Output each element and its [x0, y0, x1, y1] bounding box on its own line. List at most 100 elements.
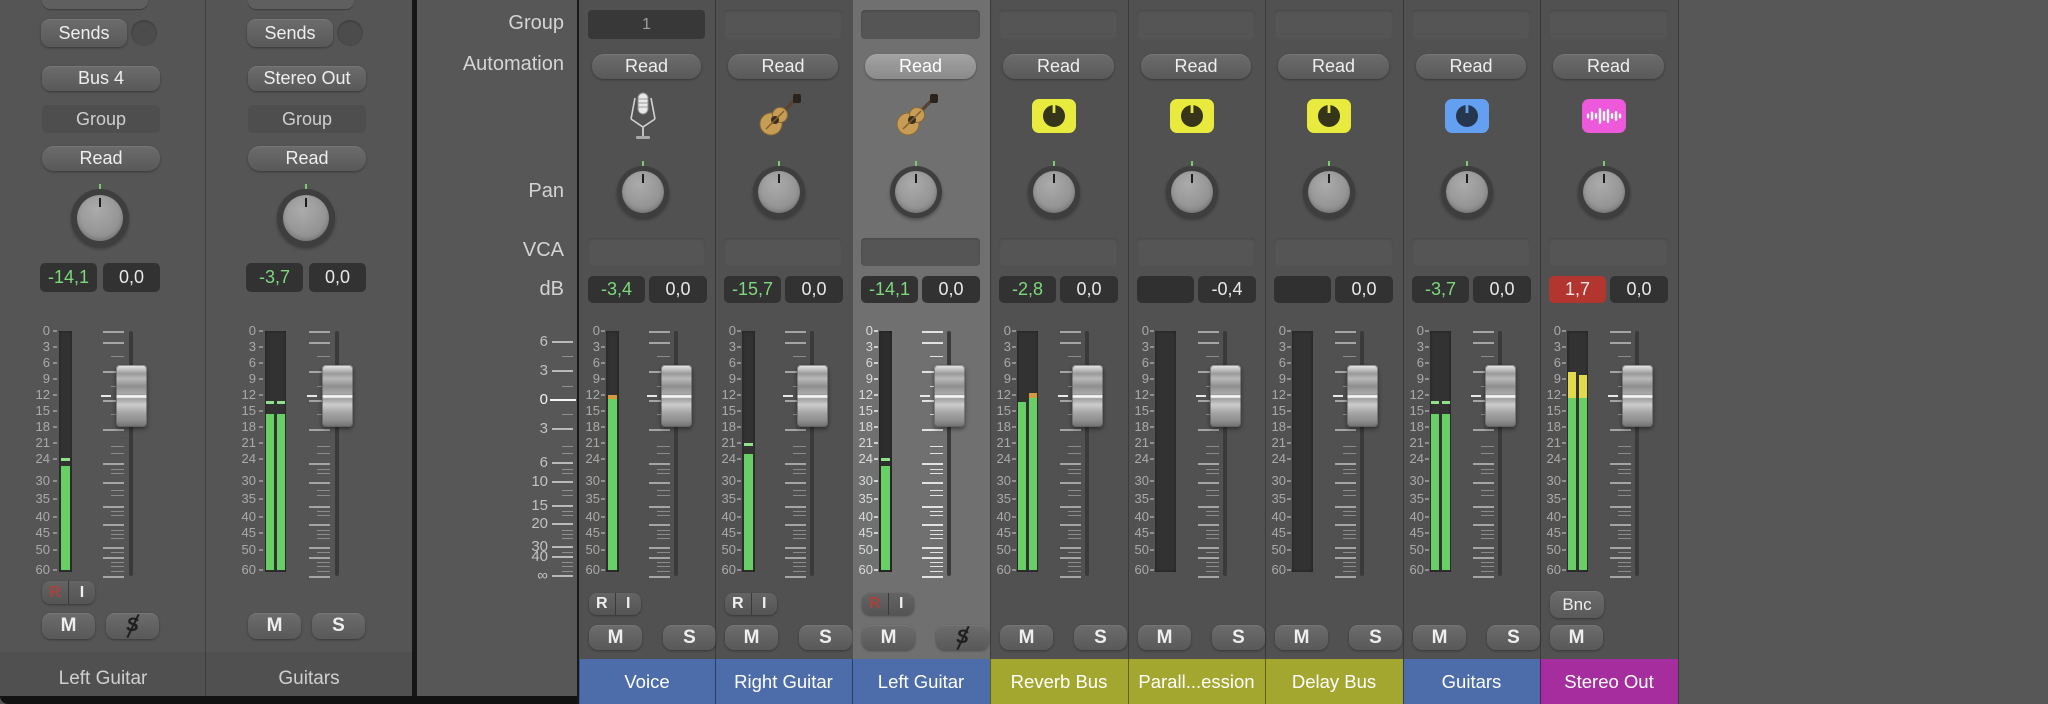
- mute-button[interactable]: M: [1550, 625, 1603, 650]
- level-display[interactable]: -2,8: [999, 276, 1056, 303]
- vca-slot[interactable]: [724, 238, 842, 266]
- record-enable-button[interactable]: R: [725, 593, 751, 615]
- pan-knob[interactable]: [71, 189, 129, 247]
- mute-button[interactable]: M: [725, 625, 778, 650]
- group-slot[interactable]: [861, 10, 980, 39]
- gain-display[interactable]: 0,0: [103, 263, 160, 292]
- group-button[interactable]: Group: [248, 105, 366, 133]
- vca-slot[interactable]: [861, 238, 980, 266]
- level-display[interactable]: -3,4: [588, 276, 645, 303]
- clipped-button-top[interactable]: [248, 0, 354, 9]
- waveform-icon[interactable]: [1580, 92, 1628, 140]
- bus-knob-yellow-icon[interactable]: [1305, 92, 1353, 140]
- record-input-group[interactable]: RI: [42, 581, 95, 604]
- pan-knob[interactable]: [1578, 166, 1630, 218]
- group-slot[interactable]: 1: [588, 10, 705, 39]
- vca-slot[interactable]: [1137, 238, 1255, 266]
- output-button[interactable]: Bus 4: [42, 66, 160, 91]
- fader-handle[interactable]: [934, 365, 965, 427]
- record-input-group[interactable]: RI: [725, 593, 777, 615]
- output-button[interactable]: Stereo Out: [248, 66, 366, 91]
- input-monitor-button[interactable]: I: [751, 593, 778, 615]
- level-display[interactable]: -3,7: [1412, 276, 1469, 303]
- level-display[interactable]: -15,7: [724, 276, 781, 303]
- automation-mode-button[interactable]: Read: [1003, 54, 1114, 79]
- group-slot[interactable]: [1412, 10, 1530, 39]
- strip-name-label[interactable]: Stereo Out: [1540, 659, 1678, 704]
- solo-button[interactable]: S: [936, 625, 989, 650]
- record-input-group[interactable]: RI: [862, 593, 914, 615]
- fader-handle[interactable]: [661, 365, 692, 427]
- group-slot[interactable]: [724, 10, 842, 39]
- vca-slot[interactable]: [1549, 238, 1668, 266]
- solo-button[interactable]: S: [1074, 625, 1127, 650]
- strip-name-label[interactable]: Right Guitar: [715, 659, 852, 704]
- solo-button[interactable]: S: [106, 613, 159, 639]
- bus-knob-yellow-icon[interactable]: [1168, 92, 1216, 140]
- bus-knob-yellow-icon[interactable]: [1030, 92, 1078, 140]
- strip-name-label[interactable]: Voice: [579, 659, 715, 704]
- group-slot[interactable]: [1274, 10, 1393, 39]
- pan-knob[interactable]: [1303, 166, 1355, 218]
- gain-display[interactable]: 0,0: [1473, 276, 1531, 303]
- automation-mode-button[interactable]: Read: [1141, 54, 1251, 79]
- pan-knob[interactable]: [277, 189, 335, 247]
- vca-slot[interactable]: [588, 238, 705, 266]
- level-display[interactable]: 1,7: [1549, 276, 1606, 303]
- group-slot[interactable]: [1549, 10, 1668, 39]
- fader-handle[interactable]: [116, 365, 147, 427]
- gain-display[interactable]: 0,0: [309, 263, 366, 292]
- gain-display[interactable]: 0,0: [1335, 276, 1393, 303]
- fader-handle[interactable]: [1072, 365, 1103, 427]
- solo-button[interactable]: S: [663, 625, 716, 650]
- level-display[interactable]: [1137, 276, 1194, 303]
- record-enable-button[interactable]: R: [42, 581, 68, 604]
- group-slot[interactable]: [1137, 10, 1255, 39]
- solo-button[interactable]: S: [1349, 625, 1402, 650]
- gain-display[interactable]: 0,0: [922, 276, 980, 303]
- fader-handle[interactable]: [1210, 365, 1241, 427]
- sends-button[interactable]: Sends: [247, 19, 333, 47]
- fader-handle[interactable]: [1347, 365, 1378, 427]
- automation-mode-button[interactable]: Read: [865, 54, 976, 79]
- vca-slot[interactable]: [1274, 238, 1393, 266]
- gain-display[interactable]: 0,0: [649, 276, 707, 303]
- solo-button[interactable]: S: [799, 625, 852, 650]
- clipped-button-top[interactable]: [42, 0, 148, 9]
- strip-name-label[interactable]: Delay Bus: [1265, 659, 1403, 704]
- pan-knob[interactable]: [1441, 166, 1493, 218]
- gain-display[interactable]: 0,0: [1610, 276, 1668, 303]
- input-monitor-button[interactable]: I: [615, 593, 642, 615]
- gain-display[interactable]: 0,0: [1060, 276, 1118, 303]
- fader-handle[interactable]: [1622, 365, 1653, 427]
- vca-slot[interactable]: [1412, 238, 1530, 266]
- fader-handle[interactable]: [322, 365, 353, 427]
- pan-knob[interactable]: [1028, 166, 1080, 218]
- record-enable-button[interactable]: R: [862, 593, 888, 615]
- input-monitor-button[interactable]: I: [888, 593, 915, 615]
- automation-mode-button[interactable]: Read: [728, 54, 838, 79]
- automation-mode-button[interactable]: Read: [1278, 54, 1389, 79]
- automation-mode-button[interactable]: Read: [592, 54, 701, 79]
- level-display[interactable]: -14,1: [861, 276, 918, 303]
- pan-knob[interactable]: [890, 166, 942, 218]
- mute-button[interactable]: M: [1275, 625, 1328, 650]
- bounce-button[interactable]: Bnc: [1550, 591, 1604, 618]
- pan-knob[interactable]: [753, 166, 805, 218]
- mute-button[interactable]: M: [1138, 625, 1191, 650]
- level-display[interactable]: -3,7: [246, 263, 303, 292]
- group-button[interactable]: Group: [42, 105, 160, 133]
- automation-mode-button[interactable]: Read: [1416, 54, 1526, 79]
- fader-handle[interactable]: [797, 365, 828, 427]
- record-input-group[interactable]: RI: [589, 593, 641, 615]
- solo-button[interactable]: S: [312, 613, 365, 639]
- gain-display[interactable]: -0,4: [1198, 276, 1256, 303]
- mute-button[interactable]: M: [589, 625, 642, 650]
- record-enable-button[interactable]: R: [589, 593, 615, 615]
- sends-button[interactable]: Sends: [41, 19, 127, 47]
- level-display[interactable]: [1274, 276, 1331, 303]
- pan-knob[interactable]: [617, 166, 669, 218]
- strip-name-label[interactable]: Parall...ession: [1128, 659, 1265, 704]
- automation-mode-button[interactable]: Read: [1553, 54, 1664, 79]
- mute-button[interactable]: M: [862, 625, 915, 650]
